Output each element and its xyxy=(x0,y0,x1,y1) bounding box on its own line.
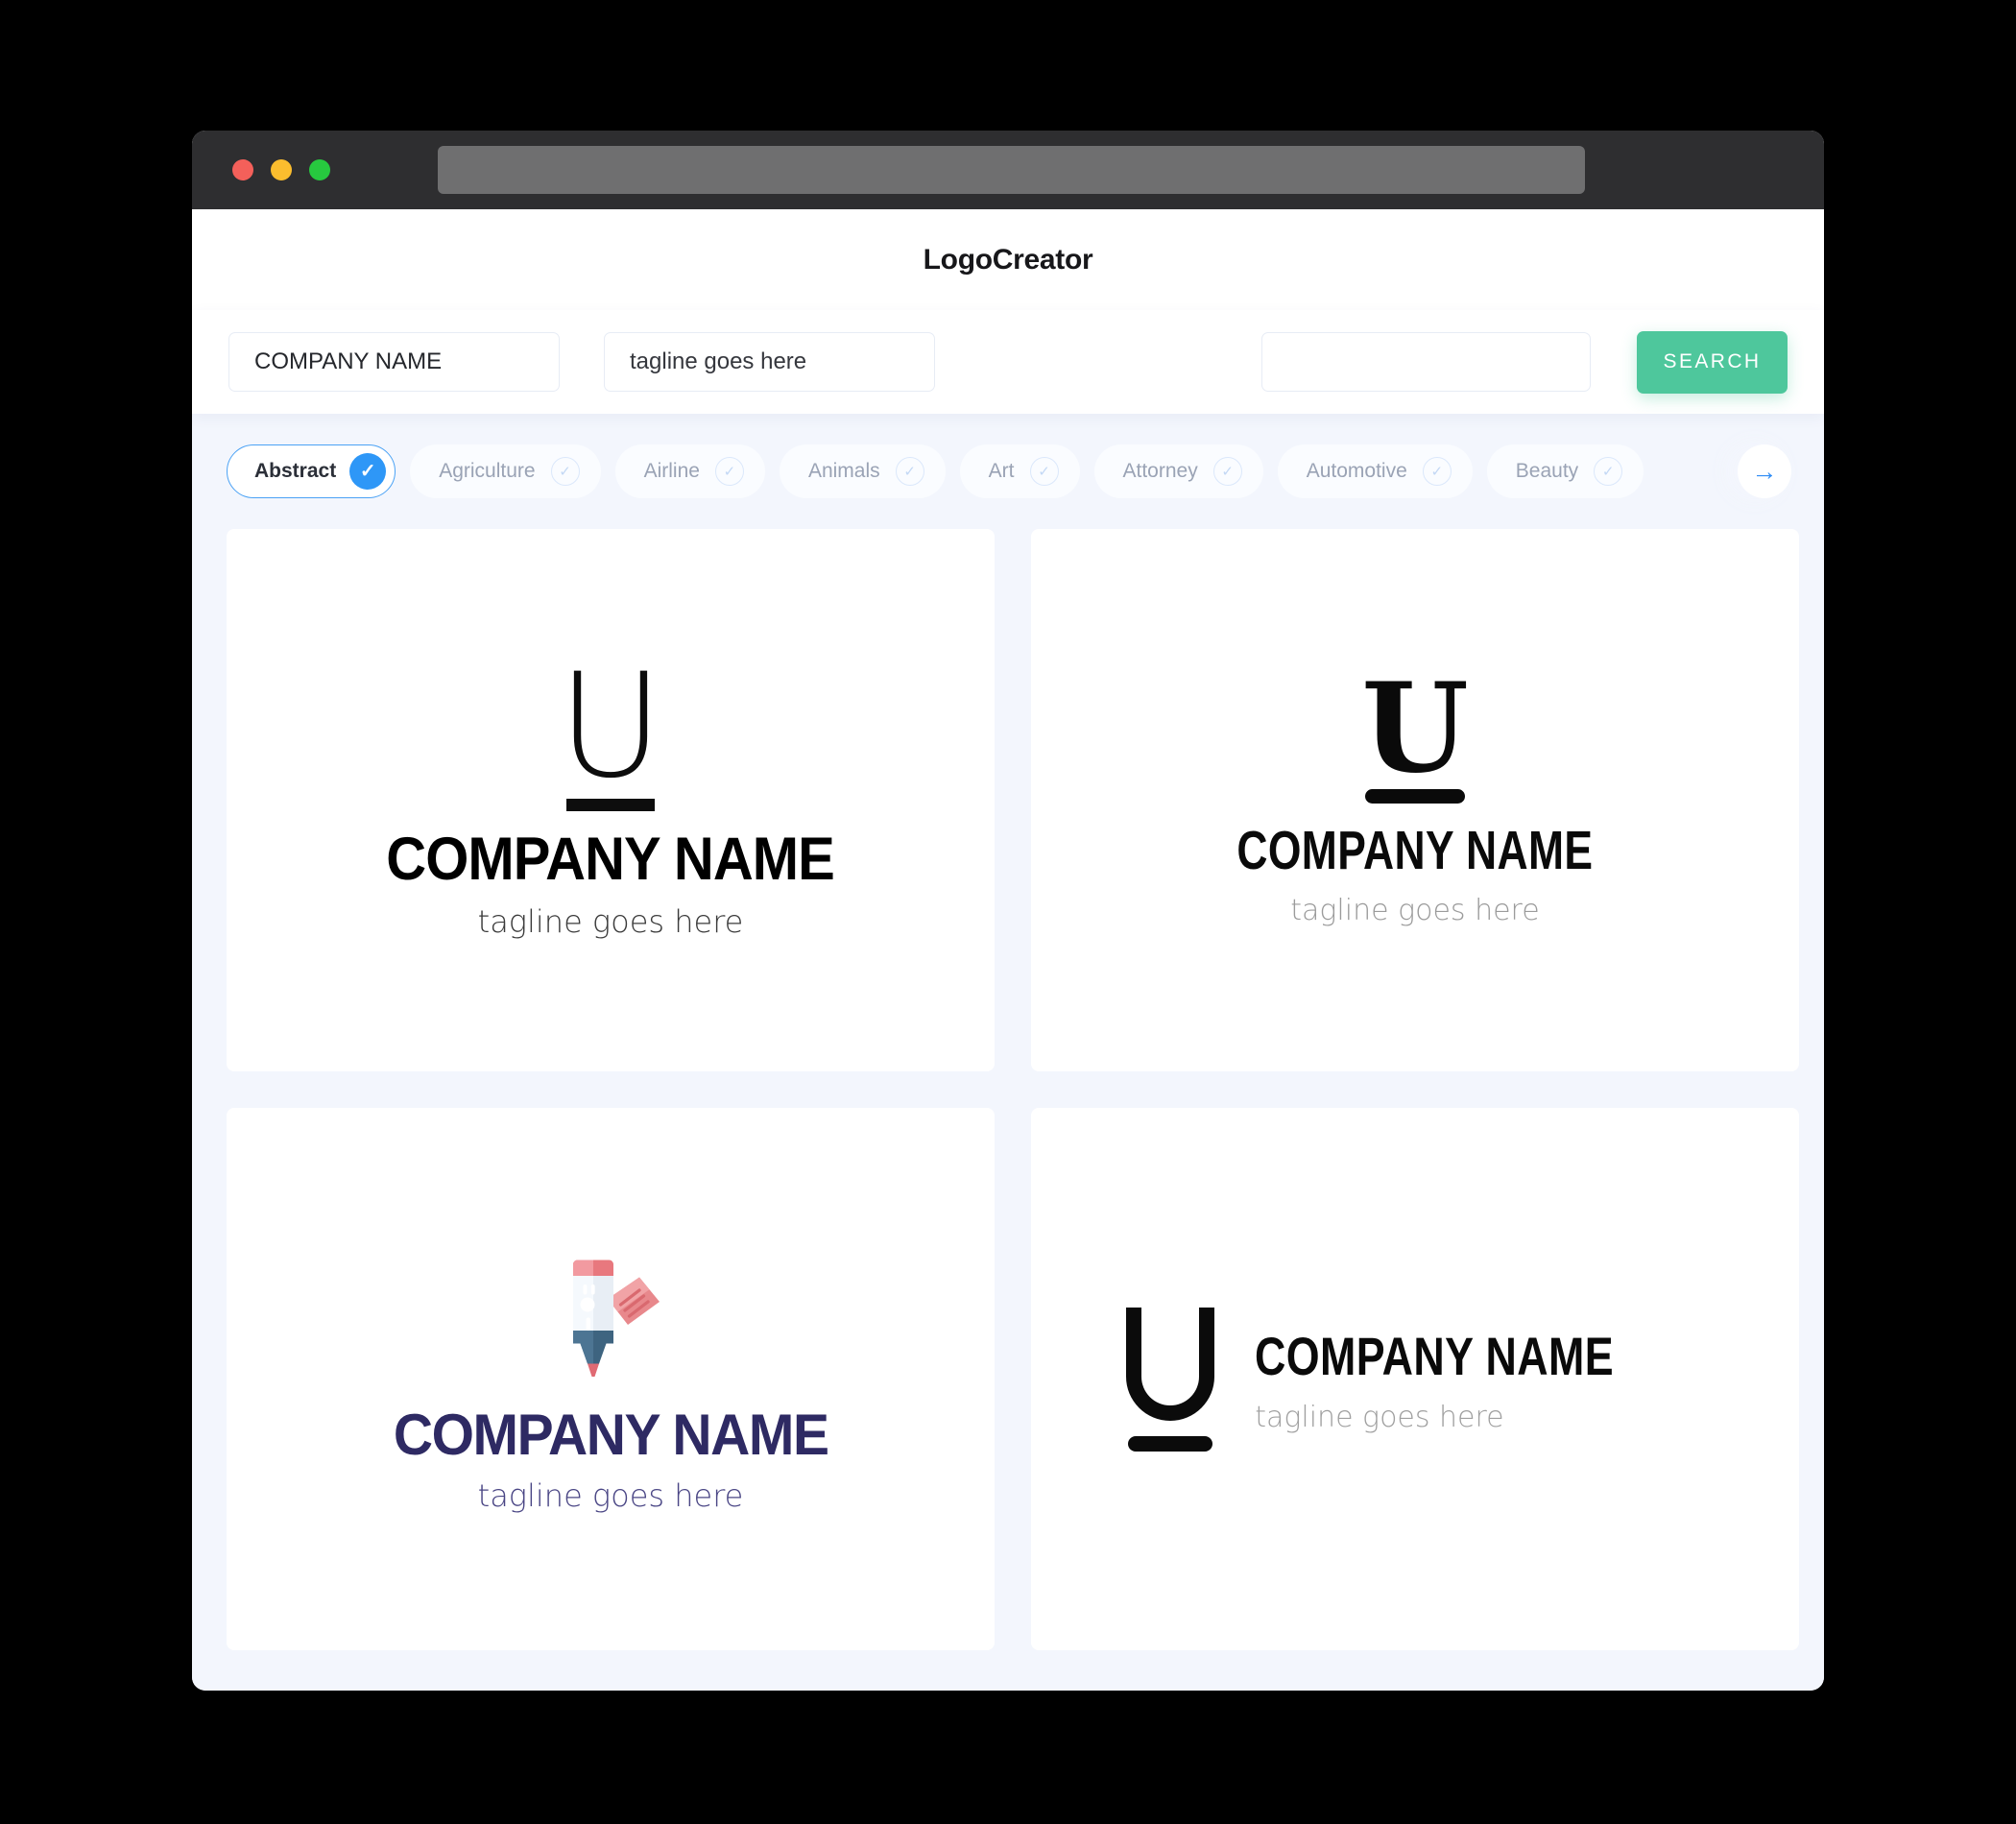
logo-results-grid: U COMPANY NAME tagline goes here U COMPA… xyxy=(192,529,1824,1650)
logo-card[interactable]: U COMPANY NAME tagline goes here xyxy=(1031,529,1799,1071)
letter-u-mark xyxy=(1126,1307,1215,1452)
letter-u-mark: U xyxy=(1361,656,1469,801)
underline-rule-icon xyxy=(1128,1435,1213,1452)
logo-lockup: U COMPANY NAME tagline goes here xyxy=(367,643,853,940)
results-area: Abstract ✓ Agriculture ✓ Airline ✓ Anima… xyxy=(192,414,1824,1691)
category-chip-label: Automotive xyxy=(1306,460,1407,482)
company-name-input[interactable] xyxy=(228,332,560,392)
check-icon: ✓ xyxy=(895,457,924,486)
page-title: LogoCreator xyxy=(923,243,1093,276)
check-icon: ✓ xyxy=(714,457,744,486)
logo-lockup: U COMPANY NAME tagline goes here xyxy=(1187,656,1644,928)
category-chip-label: Agriculture xyxy=(439,460,536,482)
logo-tagline: tagline goes here xyxy=(477,903,744,940)
address-bar[interactable] xyxy=(438,146,1585,194)
letter-u-mark: U xyxy=(558,643,663,810)
logo-tagline: tagline goes here xyxy=(1290,894,1540,928)
logo-company-name: COMPANY NAME xyxy=(386,826,836,893)
category-chip-label: Art xyxy=(988,460,1015,482)
highlighter-marker-icon xyxy=(572,1260,660,1377)
browser-window: LogoCreator SEARCH Abstract ✓ Agricultur… xyxy=(192,131,1824,1691)
logo-card[interactable]: U COMPANY NAME tagline goes here xyxy=(227,529,995,1071)
category-chip-label: Beauty xyxy=(1515,460,1579,482)
category-chip-animals[interactable]: Animals ✓ xyxy=(779,444,946,498)
browser-titlebar xyxy=(192,131,1824,209)
category-chip-label: Attorney xyxy=(1122,460,1198,482)
logo-tagline: tagline goes here xyxy=(1255,1400,1504,1434)
arrow-right-icon[interactable]: → xyxy=(1738,444,1791,498)
category-chip-attorney[interactable]: Attorney ✓ xyxy=(1093,444,1263,498)
tagline-input[interactable] xyxy=(604,332,935,392)
logo-lockup: COMPANY NAME tagline goes here xyxy=(1126,1307,1704,1452)
category-chip-abstract[interactable]: Abstract ✓ xyxy=(227,444,396,498)
category-chip-automotive[interactable]: Automotive ✓ xyxy=(1277,444,1473,498)
category-chip-beauty[interactable]: Beauty ✓ xyxy=(1486,444,1644,498)
window-controls xyxy=(232,159,330,180)
logo-company-name: COMPANY NAME xyxy=(1236,820,1594,882)
check-icon: ✓ xyxy=(1212,457,1242,486)
close-window-button[interactable] xyxy=(232,159,253,180)
search-button[interactable]: SEARCH xyxy=(1637,330,1788,394)
maximize-window-button[interactable] xyxy=(309,159,330,180)
logo-company-name: COMPANY NAME xyxy=(393,1402,829,1467)
check-icon: ✓ xyxy=(349,453,387,490)
app-header: LogoCreator xyxy=(192,209,1824,310)
logo-card[interactable]: COMPANY NAME tagline goes here xyxy=(1031,1108,1799,1650)
category-chip-label: Airline xyxy=(643,460,700,482)
minimize-window-button[interactable] xyxy=(271,159,292,180)
check-icon: ✓ xyxy=(550,457,580,486)
logo-card[interactable]: COMPANY NAME tagline goes here xyxy=(227,1108,995,1650)
search-toolbar: SEARCH xyxy=(192,310,1824,414)
category-filter-bar[interactable]: Abstract ✓ Agriculture ✓ Airline ✓ Anima… xyxy=(192,414,1824,529)
check-icon: ✓ xyxy=(1594,457,1623,486)
category-chip-label: Animals xyxy=(807,460,880,482)
category-chip-agriculture[interactable]: Agriculture ✓ xyxy=(410,444,601,498)
category-chip-art[interactable]: Art ✓ xyxy=(959,444,1080,498)
category-chip-label: Abstract xyxy=(254,460,337,482)
check-icon: ✓ xyxy=(1422,457,1452,486)
logo-lockup: COMPANY NAME tagline goes here xyxy=(382,1245,839,1514)
check-icon: ✓ xyxy=(1029,457,1059,486)
logo-tagline: tagline goes here xyxy=(477,1476,744,1514)
category-chip-airline[interactable]: Airline ✓ xyxy=(614,444,765,498)
keyword-input[interactable] xyxy=(1261,332,1591,392)
logo-company-name: COMPANY NAME xyxy=(1255,1325,1615,1386)
